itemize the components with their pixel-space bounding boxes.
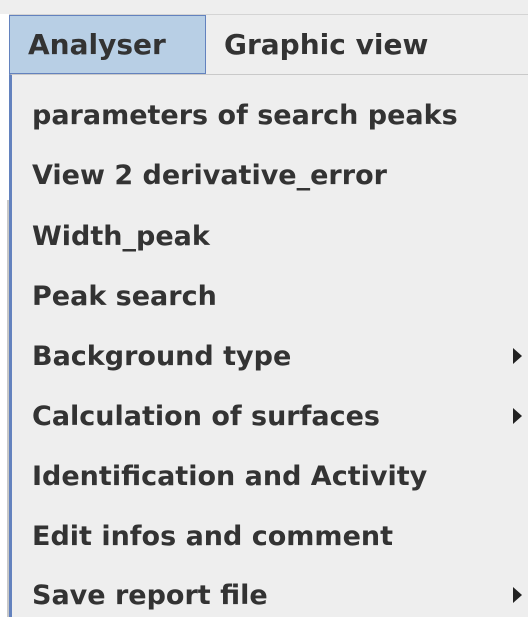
analyser-dropdown-menu: parameters of search peaks View 2 deriva… xyxy=(9,74,528,617)
menu-item-parameters-of-search-peaks[interactable]: parameters of search peaks xyxy=(12,85,528,145)
application-window: Analyser Graphic view parameters of sear… xyxy=(0,0,528,617)
menu-graphic-view-label: Graphic view xyxy=(224,28,429,61)
menu-item-identification-and-activity[interactable]: Identification and Activity xyxy=(12,446,528,506)
menu-item-label: View 2 derivative_error xyxy=(32,159,387,191)
menu-item-calculation-of-surfaces[interactable]: Calculation of surfaces xyxy=(12,386,528,446)
menu-item-width-peak[interactable]: Width_peak xyxy=(12,206,528,266)
menu-item-label: Save report file xyxy=(32,579,268,611)
menu-graphic-view[interactable]: Graphic view xyxy=(224,15,514,74)
menu-item-label: parameters of search peaks xyxy=(32,99,458,131)
menu-item-view-2-derivative-error[interactable]: View 2 derivative_error xyxy=(12,145,528,205)
menu-item-label: Edit infos and comment xyxy=(32,520,394,552)
menu-item-background-type[interactable]: Background type xyxy=(12,326,528,386)
menu-item-label: Background type xyxy=(32,340,292,372)
menu-analyser-label: Analyser xyxy=(28,28,166,61)
submenu-arrow-icon xyxy=(513,587,522,603)
submenu-arrow-icon xyxy=(513,408,522,424)
menu-item-label: Identification and Activity xyxy=(32,460,428,492)
menu-item-peak-search[interactable]: Peak search xyxy=(12,266,528,326)
menu-item-edit-infos-and-comment[interactable]: Edit infos and comment xyxy=(12,506,528,566)
menu-analyser[interactable]: Analyser xyxy=(9,15,206,74)
menu-item-label: Peak search xyxy=(32,280,217,312)
submenu-arrow-icon xyxy=(513,348,522,364)
menu-item-save-report-file[interactable]: Save report file xyxy=(12,565,528,617)
menu-item-label: Calculation of surfaces xyxy=(32,400,380,432)
menu-item-label: Width_peak xyxy=(32,220,210,252)
menu-bar: Analyser Graphic view xyxy=(9,14,528,74)
